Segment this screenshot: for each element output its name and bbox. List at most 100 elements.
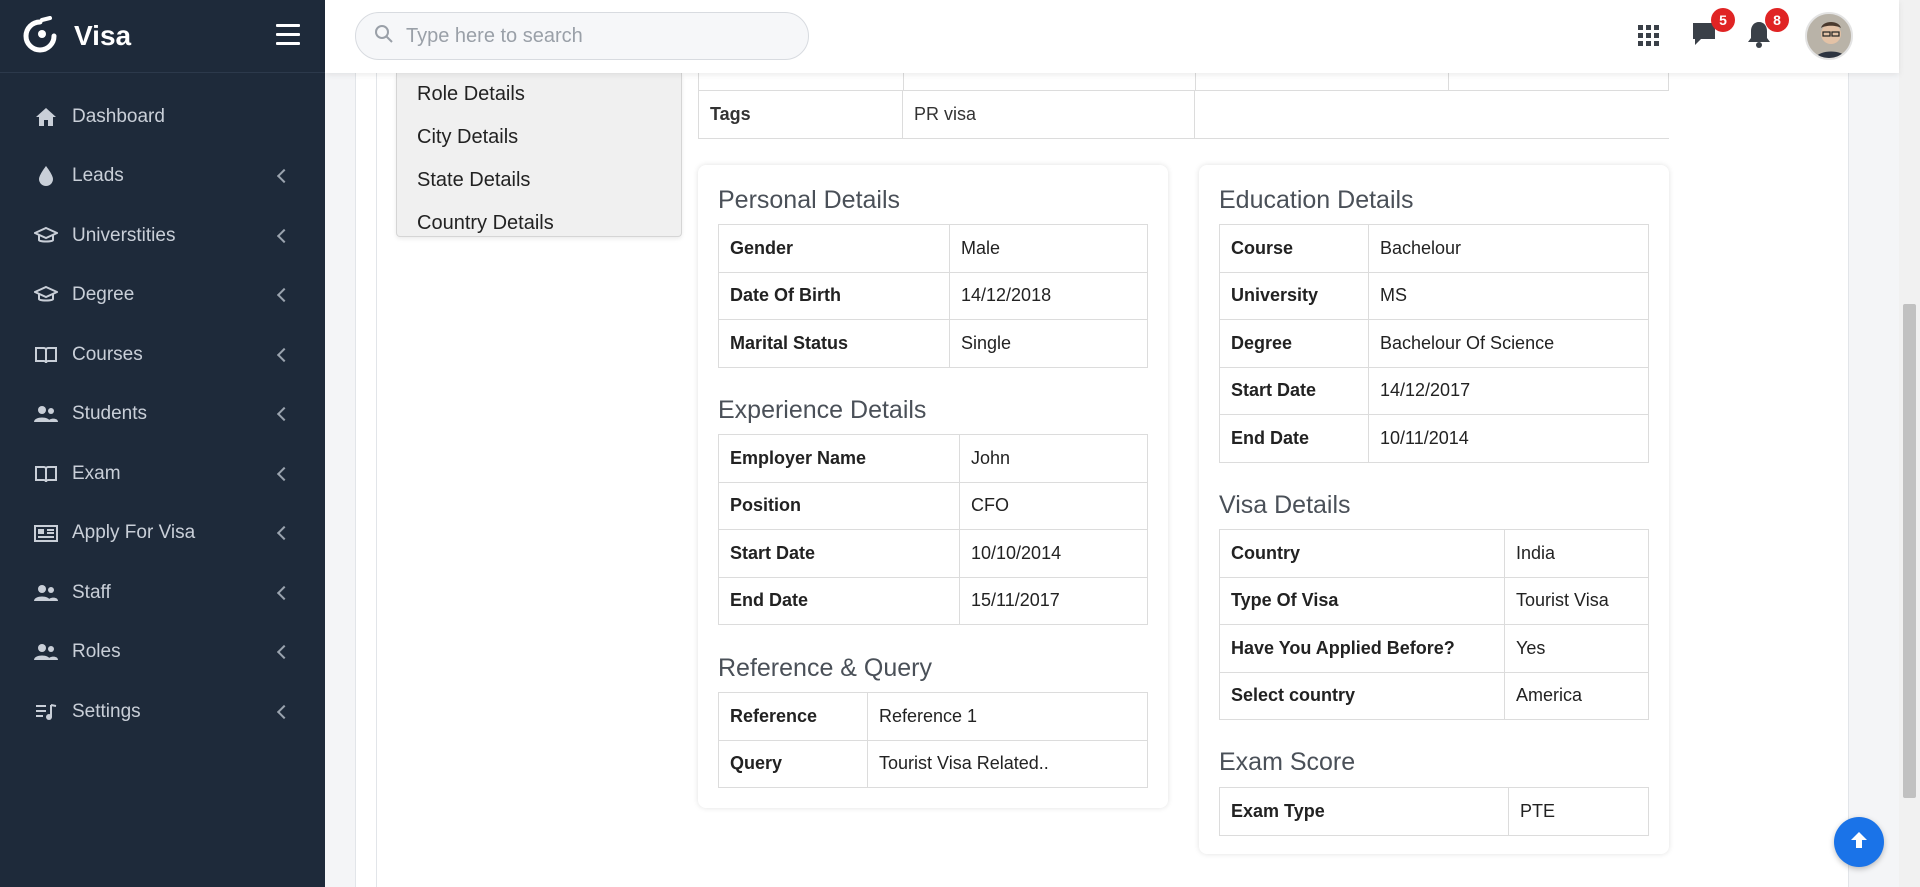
table-row: Gender Male	[718, 224, 1148, 273]
messages-button[interactable]: 5	[1691, 8, 1735, 52]
table-row: Start Date 10/10/2014	[718, 529, 1148, 578]
table-key: Date Of Birth	[718, 271, 950, 320]
education-details-table: Course Bachelour University MS Degree Bache…	[1219, 224, 1649, 463]
table-value: 14/12/2018	[949, 271, 1148, 320]
chevron-left-icon	[276, 169, 292, 184]
chevron-left-icon	[276, 228, 292, 243]
sidebar-item-leads[interactable]: Leads	[0, 147, 325, 207]
sidebar-item-label: Universtities	[72, 224, 176, 246]
sidebar: Visa Dashboard Leads Universtities Degre…	[0, 0, 325, 887]
table-value: 10/11/2014	[1368, 414, 1649, 463]
droplet-icon	[34, 165, 58, 187]
graduation-cap-icon	[34, 284, 58, 306]
search-box[interactable]	[355, 12, 809, 60]
sidebar-item-label: Students	[72, 403, 147, 425]
reference-query-title: Reference & Query	[718, 654, 932, 682]
search-input[interactable]	[406, 24, 786, 48]
table-row: Select country America	[1219, 671, 1649, 720]
details-nav: Role Details City Details State Details …	[396, 73, 682, 237]
tags-label: Tags	[698, 91, 903, 138]
experience-details-title: Experience Details	[718, 396, 927, 424]
sidebar-item-apply-for-visa[interactable]: Apply For Visa	[0, 504, 325, 564]
table-row: Country India	[1219, 529, 1649, 578]
chevron-left-icon	[276, 407, 292, 422]
sidebar-item-label: Exam	[72, 462, 121, 484]
exam-score-title: Exam Score	[1219, 748, 1356, 776]
avatar[interactable]	[1805, 12, 1853, 60]
table-row: Date Of Birth 14/12/2018	[718, 271, 1148, 320]
personal-details-title: Personal Details	[718, 186, 901, 214]
hamburger-menu-icon[interactable]	[276, 24, 300, 46]
sidebar-item-courses[interactable]: Courses	[0, 325, 325, 385]
tags-row: Tags PR visa	[698, 91, 1669, 139]
summary-row-partial	[698, 73, 1669, 91]
notifications-badge: 8	[1765, 8, 1789, 32]
notifications-button[interactable]: 8	[1745, 8, 1789, 52]
sidebar-item-label: Apply For Visa	[72, 522, 196, 544]
nav-country-details[interactable]: Country Details	[397, 202, 681, 245]
table-row: Degree Bachelour Of Science	[1219, 319, 1649, 368]
table-value: Tourist Visa	[1504, 576, 1649, 625]
sidebar-item-roles[interactable]: Roles	[0, 623, 325, 683]
table-key: Start Date	[718, 529, 960, 578]
table-row: Position CFO	[718, 481, 1148, 530]
newspaper-icon	[34, 522, 58, 544]
apps-grid-icon[interactable]	[1637, 20, 1669, 52]
sidebar-item-settings[interactable]: Settings	[0, 682, 325, 742]
table-key: Position	[718, 481, 960, 530]
graduation-cap-icon	[34, 225, 58, 247]
sidebar-item-label: Leads	[72, 165, 124, 187]
messages-badge: 5	[1711, 8, 1735, 32]
table-value: India	[1504, 529, 1649, 578]
sidebar-item-staff[interactable]: Staff	[0, 563, 325, 623]
table-row: University MS	[1219, 271, 1649, 320]
sidebar-item-label: Courses	[72, 343, 143, 365]
table-key: End Date	[718, 576, 960, 625]
table-key: Marital Status	[718, 319, 950, 368]
table-row: Exam Type PTE	[1219, 787, 1649, 836]
bell-icon	[1745, 22, 1773, 52]
sidebar-item-students[interactable]: Students	[0, 385, 325, 445]
table-value: John	[959, 434, 1148, 483]
chevron-left-icon	[276, 288, 292, 303]
scrollbar-thumb[interactable]	[1903, 304, 1916, 798]
chevron-left-icon	[276, 645, 292, 660]
table-row: Start Date 14/12/2017	[1219, 366, 1649, 415]
table-value: Reference 1	[867, 692, 1148, 741]
table-row: Marital Status Single	[718, 319, 1148, 368]
table-key: Course	[1219, 224, 1369, 273]
sidebar-item-label: Staff	[72, 581, 111, 603]
page-scrollbar[interactable]	[1899, 0, 1920, 887]
table-row: End Date 15/11/2017	[718, 576, 1148, 625]
nav-city-details[interactable]: City Details	[397, 116, 681, 159]
chat-icon	[1691, 23, 1719, 52]
table-row: Have You Applied Before? Yes	[1219, 624, 1649, 673]
table-value: 14/12/2017	[1368, 366, 1649, 415]
sidebar-item-exam[interactable]: Exam	[0, 444, 325, 504]
education-details-title: Education Details	[1219, 186, 1414, 214]
table-value: Male	[949, 224, 1148, 273]
table-value: 15/11/2017	[959, 576, 1148, 625]
scroll-to-top-button[interactable]	[1834, 817, 1884, 867]
visa-details-title: Visa Details	[1219, 491, 1351, 519]
arrow-up-icon	[1848, 829, 1870, 856]
table-value: America	[1504, 671, 1649, 720]
chevron-left-icon	[276, 466, 292, 481]
nav-state-details[interactable]: State Details	[397, 159, 681, 202]
sidebar-item-degree[interactable]: Degree	[0, 266, 325, 326]
chevron-left-icon	[276, 347, 292, 362]
reference-query-table: Reference Reference 1 Query Tourist Visa R…	[718, 692, 1148, 788]
table-value: MS	[1368, 271, 1649, 320]
table-key: Type Of Visa	[1219, 576, 1505, 625]
nav-role-details[interactable]: Role Details	[397, 73, 681, 116]
table-row: Course Bachelour	[1219, 224, 1649, 273]
book-open-icon	[34, 344, 58, 366]
table-key: Select country	[1219, 671, 1505, 720]
visa-details-table: Country India Type Of Visa Tourist Visa Ha…	[1219, 529, 1649, 720]
sidebar-item-dashboard[interactable]: Dashboard	[0, 87, 325, 147]
users-icon	[34, 403, 58, 425]
table-value: Single	[949, 319, 1148, 368]
sidebar-item-universities[interactable]: Universtities	[0, 206, 325, 266]
users-icon	[34, 582, 58, 604]
table-key: End Date	[1219, 414, 1369, 463]
